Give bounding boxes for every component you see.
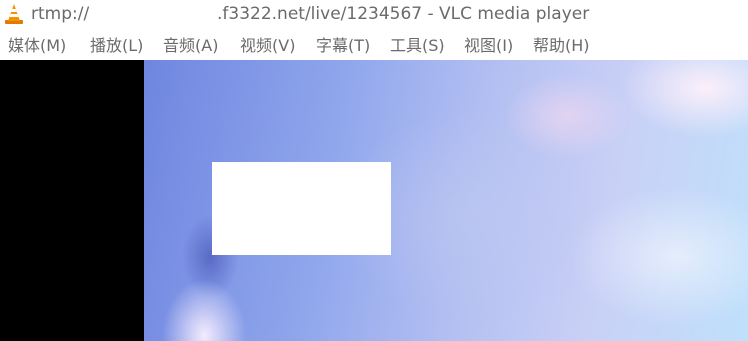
- letterbox-bar: [0, 60, 144, 341]
- menu-subtitle[interactable]: 字幕(T): [316, 36, 370, 56]
- window-title-prefix: rtmp://: [31, 4, 90, 24]
- vlc-window: rtmp:// .f3322.net/live/1234567 - VLC me…: [0, 0, 748, 341]
- menu-video[interactable]: 视频(V): [240, 36, 295, 56]
- window-title-suffix: .f3322.net/live/1234567 - VLC media play…: [217, 4, 590, 24]
- video-area[interactable]: [0, 60, 748, 341]
- redaction-box: [212, 162, 391, 255]
- menu-audio[interactable]: 音频(A): [163, 36, 218, 56]
- menu-media[interactable]: 媒体(M): [8, 36, 66, 56]
- title-bar[interactable]: rtmp:// .f3322.net/live/1234567 - VLC me…: [0, 0, 748, 30]
- menu-bar: 媒体(M) 播放(L) 音频(A) 视频(V) 字幕(T) 工具(S) 视图(I…: [0, 30, 748, 60]
- menu-help[interactable]: 帮助(H): [533, 36, 590, 56]
- vlc-cone-icon: [5, 4, 23, 24]
- menu-playback[interactable]: 播放(L): [90, 36, 143, 56]
- menu-view[interactable]: 视图(I): [464, 36, 513, 56]
- menu-tools[interactable]: 工具(S): [390, 36, 445, 56]
